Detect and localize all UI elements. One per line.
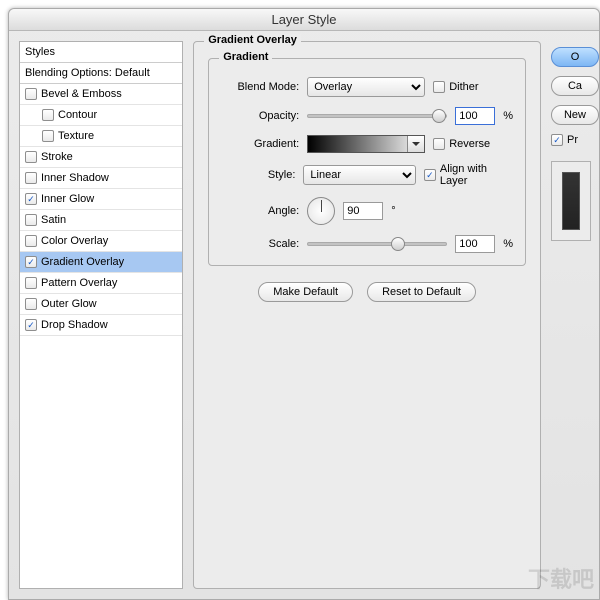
- checkbox-icon[interactable]: [25, 151, 37, 163]
- panel-title: Gradient Overlay: [204, 34, 301, 46]
- cancel-button[interactable]: Ca: [551, 76, 599, 96]
- sidebar-item-inner-shadow[interactable]: Inner Shadow: [20, 168, 182, 189]
- align-checkbox[interactable]: ✓ Align with Layer: [424, 163, 513, 187]
- reverse-checkbox[interactable]: Reverse: [433, 138, 490, 150]
- content-area: Styles Blending Options: Default Bevel &…: [9, 31, 599, 599]
- checkbox-icon[interactable]: ✓: [551, 134, 563, 146]
- sidebar-item-color-overlay[interactable]: Color Overlay: [20, 231, 182, 252]
- sidebar-item-bevel-emboss[interactable]: Bevel & Emboss: [20, 84, 182, 105]
- gradient-picker[interactable]: [307, 135, 425, 153]
- scale-slider[interactable]: [307, 242, 447, 246]
- checkbox-icon[interactable]: [25, 235, 37, 247]
- sidebar-item-label: Color Overlay: [41, 235, 108, 247]
- gradient-row: Gradient: Reverse: [221, 135, 513, 153]
- opacity-slider[interactable]: [307, 114, 447, 118]
- new-style-button[interactable]: New: [551, 105, 599, 125]
- preview-label: Pr: [567, 134, 578, 146]
- sidebar-item-label: Stroke: [41, 151, 73, 163]
- sidebar-item-contour[interactable]: Contour: [20, 105, 182, 126]
- checkbox-icon[interactable]: [25, 88, 37, 100]
- opacity-unit: %: [503, 110, 513, 122]
- angle-label: Angle:: [221, 205, 299, 217]
- dither-checkbox[interactable]: Dither: [433, 81, 478, 93]
- sidebar-item-label: Bevel & Emboss: [41, 88, 122, 100]
- sidebar-item-gradient-overlay[interactable]: ✓ Gradient Overlay: [20, 252, 182, 273]
- checkbox-icon[interactable]: [42, 130, 54, 142]
- sidebar-item-label: Gradient Overlay: [41, 256, 124, 268]
- sidebar-item-drop-shadow[interactable]: ✓ Drop Shadow: [20, 315, 182, 336]
- style-label: Style:: [221, 169, 295, 181]
- checkbox-icon[interactable]: ✓: [25, 193, 37, 205]
- sidebar-styles-header[interactable]: Styles: [20, 42, 182, 63]
- angle-row: Angle: °: [221, 197, 513, 225]
- checkbox-icon[interactable]: [42, 109, 54, 121]
- scale-label: Scale:: [221, 238, 299, 250]
- sidebar-item-texture[interactable]: Texture: [20, 126, 182, 147]
- blend-mode-select[interactable]: Overlay: [307, 77, 425, 97]
- sidebar-item-outer-glow[interactable]: Outer Glow: [20, 294, 182, 315]
- style-select[interactable]: Linear: [303, 165, 416, 185]
- reverse-label: Reverse: [449, 138, 490, 150]
- sidebar-item-label: Contour: [58, 109, 97, 121]
- preview-box: [551, 161, 591, 241]
- align-label: Align with Layer: [440, 163, 513, 187]
- styles-sidebar: Styles Blending Options: Default Bevel &…: [19, 41, 183, 589]
- sidebar-item-label: Pattern Overlay: [41, 277, 117, 289]
- sidebar-item-label: Inner Glow: [41, 193, 94, 205]
- checkbox-icon[interactable]: ✓: [25, 319, 37, 331]
- angle-input[interactable]: [343, 202, 383, 220]
- gradient-overlay-panel: Gradient Overlay Gradient Blend Mode: Ov…: [193, 41, 541, 589]
- blend-mode-row: Blend Mode: Overlay Dither: [221, 77, 513, 97]
- opacity-input[interactable]: [455, 107, 495, 125]
- checkbox-icon[interactable]: [433, 138, 445, 150]
- checkbox-icon[interactable]: [25, 172, 37, 184]
- angle-unit: °: [391, 205, 395, 217]
- preview-checkbox[interactable]: ✓ Pr: [551, 134, 578, 146]
- window-title: Layer Style: [9, 9, 599, 31]
- group-title: Gradient: [219, 51, 272, 63]
- make-default-button[interactable]: Make Default: [258, 282, 353, 302]
- angle-dial[interactable]: [307, 197, 335, 225]
- reset-default-button[interactable]: Reset to Default: [367, 282, 476, 302]
- sidebar-item-label: Outer Glow: [41, 298, 97, 310]
- sidebar-item-stroke[interactable]: Stroke: [20, 147, 182, 168]
- opacity-row: Opacity: %: [221, 107, 513, 125]
- checkbox-icon[interactable]: ✓: [424, 169, 436, 181]
- gradient-group: Gradient Blend Mode: Overlay Dither Opac…: [208, 58, 526, 266]
- preview-swatch: [562, 172, 580, 230]
- sidebar-item-label: Inner Shadow: [41, 172, 109, 184]
- scale-unit: %: [503, 238, 513, 250]
- checkbox-icon[interactable]: [25, 277, 37, 289]
- checkbox-icon[interactable]: ✓: [25, 256, 37, 268]
- opacity-label: Opacity:: [221, 110, 299, 122]
- sidebar-item-inner-glow[interactable]: ✓ Inner Glow: [20, 189, 182, 210]
- watermark-text: 下载吧: [528, 562, 594, 594]
- layer-style-window: Layer Style Styles Blending Options: Def…: [8, 8, 600, 600]
- default-buttons: Make Default Reset to Default: [208, 282, 526, 302]
- sidebar-item-label: Drop Shadow: [41, 319, 108, 331]
- blend-mode-label: Blend Mode:: [221, 81, 299, 93]
- checkbox-icon[interactable]: [25, 298, 37, 310]
- style-row: Style: Linear ✓ Align with Layer: [221, 163, 513, 187]
- scale-input[interactable]: [455, 235, 495, 253]
- right-column: O Ca New ✓ Pr: [551, 41, 599, 589]
- ok-button[interactable]: O: [551, 47, 599, 67]
- scale-row: Scale: %: [221, 235, 513, 253]
- checkbox-icon[interactable]: [433, 81, 445, 93]
- dither-label: Dither: [449, 81, 478, 93]
- sidebar-blending-header[interactable]: Blending Options: Default: [20, 63, 182, 84]
- sidebar-item-pattern-overlay[interactable]: Pattern Overlay: [20, 273, 182, 294]
- sidebar-item-label: Satin: [41, 214, 66, 226]
- checkbox-icon[interactable]: [25, 214, 37, 226]
- sidebar-item-label: Texture: [58, 130, 94, 142]
- sidebar-item-satin[interactable]: Satin: [20, 210, 182, 231]
- gradient-label: Gradient:: [221, 138, 299, 150]
